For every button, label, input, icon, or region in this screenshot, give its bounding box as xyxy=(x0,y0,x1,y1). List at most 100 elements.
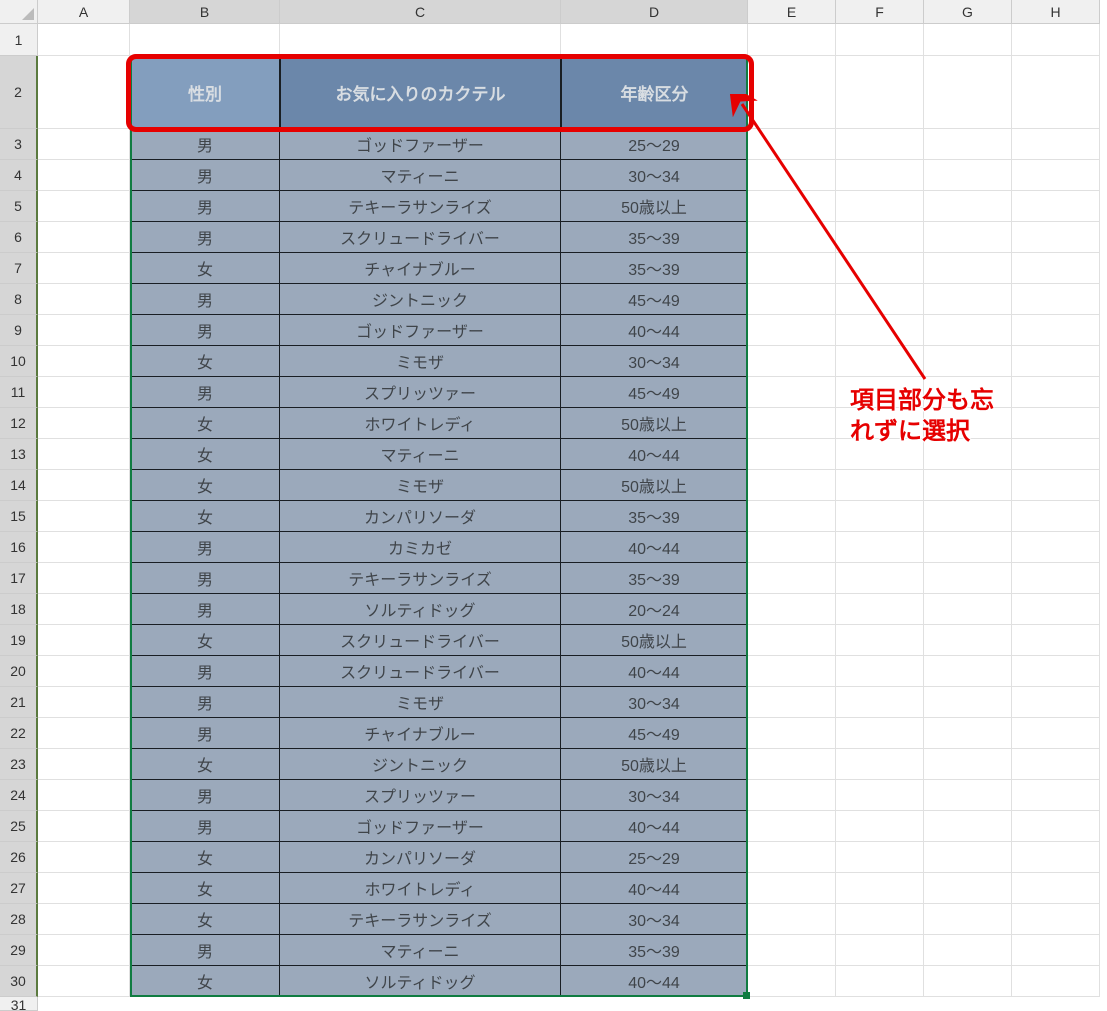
cell-G14[interactable] xyxy=(924,470,1012,501)
cell-C19[interactable]: スクリュードライバー xyxy=(280,625,561,656)
row-header-6[interactable]: 6 xyxy=(0,222,38,253)
cell-B13[interactable]: 女 xyxy=(130,439,280,470)
cell-A17[interactable] xyxy=(38,563,130,594)
cell-A24[interactable] xyxy=(38,780,130,811)
cell-B25[interactable]: 男 xyxy=(130,811,280,842)
cell-D10[interactable]: 30～34 xyxy=(561,346,748,377)
cell-H22[interactable] xyxy=(1012,718,1100,749)
cell-E25[interactable] xyxy=(748,811,836,842)
cell-F4[interactable] xyxy=(836,160,924,191)
cell-C20[interactable]: スクリュードライバー xyxy=(280,656,561,687)
cell-B6[interactable]: 男 xyxy=(130,222,280,253)
cell-B24[interactable]: 男 xyxy=(130,780,280,811)
cell-A19[interactable] xyxy=(38,625,130,656)
cell-G23[interactable] xyxy=(924,749,1012,780)
cell-E10[interactable] xyxy=(748,346,836,377)
cell-E22[interactable] xyxy=(748,718,836,749)
cell-B27[interactable]: 女 xyxy=(130,873,280,904)
cell-B16[interactable]: 男 xyxy=(130,532,280,563)
cell-B20[interactable]: 男 xyxy=(130,656,280,687)
cell-F23[interactable] xyxy=(836,749,924,780)
cell-C2[interactable]: お気に入りのカクテル xyxy=(280,56,561,129)
row-header-23[interactable]: 23 xyxy=(0,749,38,780)
cell-B28[interactable]: 女 xyxy=(130,904,280,935)
cell-C13[interactable]: マティーニ xyxy=(280,439,561,470)
cell-C21[interactable]: ミモザ xyxy=(280,687,561,718)
cell-G6[interactable] xyxy=(924,222,1012,253)
cell-A21[interactable] xyxy=(38,687,130,718)
cell-D15[interactable]: 35～39 xyxy=(561,501,748,532)
column-header-C[interactable]: C xyxy=(280,0,561,24)
cell-B1[interactable] xyxy=(130,24,280,56)
cell-G28[interactable] xyxy=(924,904,1012,935)
cell-E4[interactable] xyxy=(748,160,836,191)
cell-A26[interactable] xyxy=(38,842,130,873)
cell-C29[interactable]: マティーニ xyxy=(280,935,561,966)
cell-F20[interactable] xyxy=(836,656,924,687)
cell-A29[interactable] xyxy=(38,935,130,966)
cell-C28[interactable]: テキーラサンライズ xyxy=(280,904,561,935)
cell-G16[interactable] xyxy=(924,532,1012,563)
cell-E7[interactable] xyxy=(748,253,836,284)
cell-G24[interactable] xyxy=(924,780,1012,811)
row-header-10[interactable]: 10 xyxy=(0,346,38,377)
cell-H9[interactable] xyxy=(1012,315,1100,346)
cell-C1[interactable] xyxy=(280,24,561,56)
cell-D3[interactable]: 25～29 xyxy=(561,129,748,160)
cell-B19[interactable]: 女 xyxy=(130,625,280,656)
row-header-5[interactable]: 5 xyxy=(0,191,38,222)
cell-D11[interactable]: 45～49 xyxy=(561,377,748,408)
cell-E21[interactable] xyxy=(748,687,836,718)
row-header-7[interactable]: 7 xyxy=(0,253,38,284)
row-header-25[interactable]: 25 xyxy=(0,811,38,842)
cell-A2[interactable] xyxy=(38,56,130,129)
cell-H24[interactable] xyxy=(1012,780,1100,811)
cell-F27[interactable] xyxy=(836,873,924,904)
cell-F19[interactable] xyxy=(836,625,924,656)
cell-G7[interactable] xyxy=(924,253,1012,284)
cell-C6[interactable]: スクリュードライバー xyxy=(280,222,561,253)
cell-G20[interactable] xyxy=(924,656,1012,687)
cell-B4[interactable]: 男 xyxy=(130,160,280,191)
cell-A28[interactable] xyxy=(38,904,130,935)
cell-A10[interactable] xyxy=(38,346,130,377)
cell-E19[interactable] xyxy=(748,625,836,656)
row-header-15[interactable]: 15 xyxy=(0,501,38,532)
cell-C30[interactable]: ソルティドッグ xyxy=(280,966,561,997)
cell-G26[interactable] xyxy=(924,842,1012,873)
cell-C12[interactable]: ホワイトレディ xyxy=(280,408,561,439)
cell-E15[interactable] xyxy=(748,501,836,532)
row-header-2[interactable]: 2 xyxy=(0,56,38,129)
cell-B2[interactable]: 性別 xyxy=(130,56,280,129)
row-header-13[interactable]: 13 xyxy=(0,439,38,470)
cell-H7[interactable] xyxy=(1012,253,1100,284)
cell-B15[interactable]: 女 xyxy=(130,501,280,532)
cell-B18[interactable]: 男 xyxy=(130,594,280,625)
column-header-B[interactable]: B xyxy=(130,0,280,24)
cell-E1[interactable] xyxy=(748,24,836,56)
cell-B21[interactable]: 男 xyxy=(130,687,280,718)
row-header-4[interactable]: 4 xyxy=(0,160,38,191)
row-header-21[interactable]: 21 xyxy=(0,687,38,718)
cell-E9[interactable] xyxy=(748,315,836,346)
cell-H10[interactable] xyxy=(1012,346,1100,377)
cell-H1[interactable] xyxy=(1012,24,1100,56)
cell-E23[interactable] xyxy=(748,749,836,780)
column-header-H[interactable]: H xyxy=(1012,0,1100,24)
cell-C26[interactable]: カンパリソーダ xyxy=(280,842,561,873)
cell-H27[interactable] xyxy=(1012,873,1100,904)
cell-C7[interactable]: チャイナブルー xyxy=(280,253,561,284)
cell-H16[interactable] xyxy=(1012,532,1100,563)
cell-G22[interactable] xyxy=(924,718,1012,749)
cell-B10[interactable]: 女 xyxy=(130,346,280,377)
cell-H14[interactable] xyxy=(1012,470,1100,501)
cell-D21[interactable]: 30～34 xyxy=(561,687,748,718)
row-header-9[interactable]: 9 xyxy=(0,315,38,346)
cell-D1[interactable] xyxy=(561,24,748,56)
cell-A8[interactable] xyxy=(38,284,130,315)
cell-E6[interactable] xyxy=(748,222,836,253)
cell-G4[interactable] xyxy=(924,160,1012,191)
cell-H15[interactable] xyxy=(1012,501,1100,532)
row-header-28[interactable]: 28 xyxy=(0,904,38,935)
cell-C23[interactable]: ジントニック xyxy=(280,749,561,780)
